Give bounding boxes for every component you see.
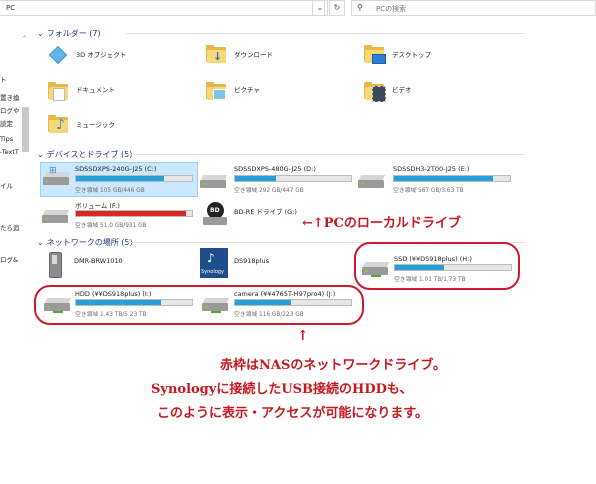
annotation-line: このように表示・アクセスが可能になります。	[157, 406, 429, 421]
folder-label[interactable]: ダウンロード	[234, 49, 273, 59]
drive-usage-bar	[234, 175, 352, 182]
drive-title[interactable]: BD-RE ドライブ (G:)	[234, 206, 297, 216]
folder-label[interactable]: 3D オブジェクト	[76, 49, 126, 59]
group-divider	[125, 33, 525, 34]
sidebar-item[interactable]: Tips	[0, 135, 13, 143]
folder-label[interactable]: ビデオ	[392, 84, 412, 94]
drive-usage-fill	[76, 211, 187, 216]
group-header-network[interactable]: ⌄ ネットワークの場所 (5)	[37, 237, 133, 248]
annotation-arrow-up: ↑	[297, 328, 309, 344]
sidebar-item[interactable]: ログや	[0, 105, 20, 115]
videos-folder-icon[interactable]	[364, 82, 386, 102]
drive-usage-bar	[75, 175, 193, 182]
sidebar-item[interactable]: ト	[0, 74, 7, 84]
documents-folder-icon[interactable]	[48, 82, 68, 101]
desktop-folder-icon[interactable]	[364, 45, 386, 64]
chevron-down-icon: ⌄	[37, 150, 44, 159]
scroll-up-icon[interactable]: ⌃	[22, 35, 27, 42]
folder-label[interactable]: ピクチャ	[234, 84, 260, 94]
drive-free-space: 空き領域 105 GB/446 GB	[75, 188, 145, 194]
drive-usage-fill	[76, 176, 165, 181]
annotation-local-drives: ←↑PCのローカルドライブ	[302, 216, 461, 231]
sidebar-item[interactable]: ログ&	[0, 254, 18, 264]
sidebar-item[interactable]: -TextT	[0, 148, 19, 156]
synology-device-icon[interactable]: ♪ Synology	[200, 248, 228, 278]
drive-free-space: 空き領域 567 GB/3.63 TB	[393, 188, 464, 194]
media-device-icon[interactable]	[46, 252, 64, 278]
group-header-devices[interactable]: ⌄ デバイスとドライブ (5)	[37, 149, 132, 160]
annotation-line: 赤枠はNASのネットワークドライブ。	[220, 358, 446, 373]
folder-label[interactable]: ミュージック	[76, 119, 115, 129]
sidebar-item[interactable]: 置き換	[0, 92, 20, 102]
windows-drive-icon: ⊞	[43, 166, 71, 186]
network-device-title[interactable]: DS918plus	[234, 257, 269, 265]
pictures-folder-icon[interactable]	[206, 82, 226, 100]
navigation-pane[interactable]: ⌃ ト 置き換 ログや 読定 Tips -TextT イル たら追 ログ&	[0, 17, 30, 467]
address-bar[interactable]: PC	[0, 0, 325, 16]
chevron-down-icon: ⌄	[37, 29, 44, 38]
group-divider	[123, 154, 525, 155]
drive-title[interactable]: ボリューム (F:)	[75, 200, 120, 210]
drive-title[interactable]: SDSSDXPS-480G-J25 (D:)	[234, 165, 316, 173]
3d-objects-icon[interactable]	[48, 45, 68, 65]
chevron-down-icon[interactable]: ⌄	[312, 0, 328, 16]
network-device-title[interactable]: DMR-BRW1010	[74, 257, 123, 265]
search-box[interactable]: ⚲ PCの検索	[351, 0, 596, 16]
drive-title: SDSSDXPS-240G-J25 (C:)	[75, 165, 157, 173]
drive-free-space: 空き領域 51.0 GB/931 GB	[75, 223, 147, 229]
drive-usage-bar	[393, 175, 511, 182]
hard-drive-icon[interactable]	[358, 175, 386, 189]
annotation-line: Synologyに接続したUSB接続のHDDも、	[151, 382, 413, 397]
address-path: PC	[6, 4, 16, 12]
sidebar-item[interactable]: イル	[0, 180, 13, 190]
music-folder-icon[interactable]: ♪	[48, 115, 68, 133]
chevron-down-icon: ⌄	[37, 238, 44, 247]
group-header-folders[interactable]: ⌄ フォルダー (7)	[37, 28, 101, 39]
download-folder-icon[interactable]: ↓	[206, 45, 226, 63]
folder-label[interactable]: デスクトップ	[392, 49, 431, 59]
drive-usage-fill	[394, 176, 493, 181]
hard-drive-icon[interactable]	[42, 210, 70, 224]
bd-drive-icon[interactable]: BD	[203, 202, 229, 228]
search-icon: ⚲	[357, 3, 363, 12]
refresh-icon[interactable]: ↻	[329, 0, 345, 16]
search-input[interactable]: PCの検索	[376, 4, 406, 14]
annotation-red-frame	[354, 242, 520, 290]
sidebar-item[interactable]: たら追	[0, 222, 20, 232]
annotation-red-frame	[34, 285, 364, 325]
drive-free-space: 空き領域 292 GB/447 GB	[234, 188, 304, 194]
sidebar-item[interactable]: 読定	[0, 118, 13, 128]
sidebar-scrollbar[interactable]	[22, 107, 29, 152]
drive-title[interactable]: SDSSDH3-2T00-J25 (E:)	[393, 165, 469, 173]
synology-brand-label: Synology	[201, 269, 224, 275]
folder-label[interactable]: ドキュメント	[76, 84, 115, 94]
hard-drive-icon[interactable]	[200, 175, 228, 189]
drive-usage-fill	[235, 176, 276, 181]
drive-usage-bar	[75, 210, 193, 217]
